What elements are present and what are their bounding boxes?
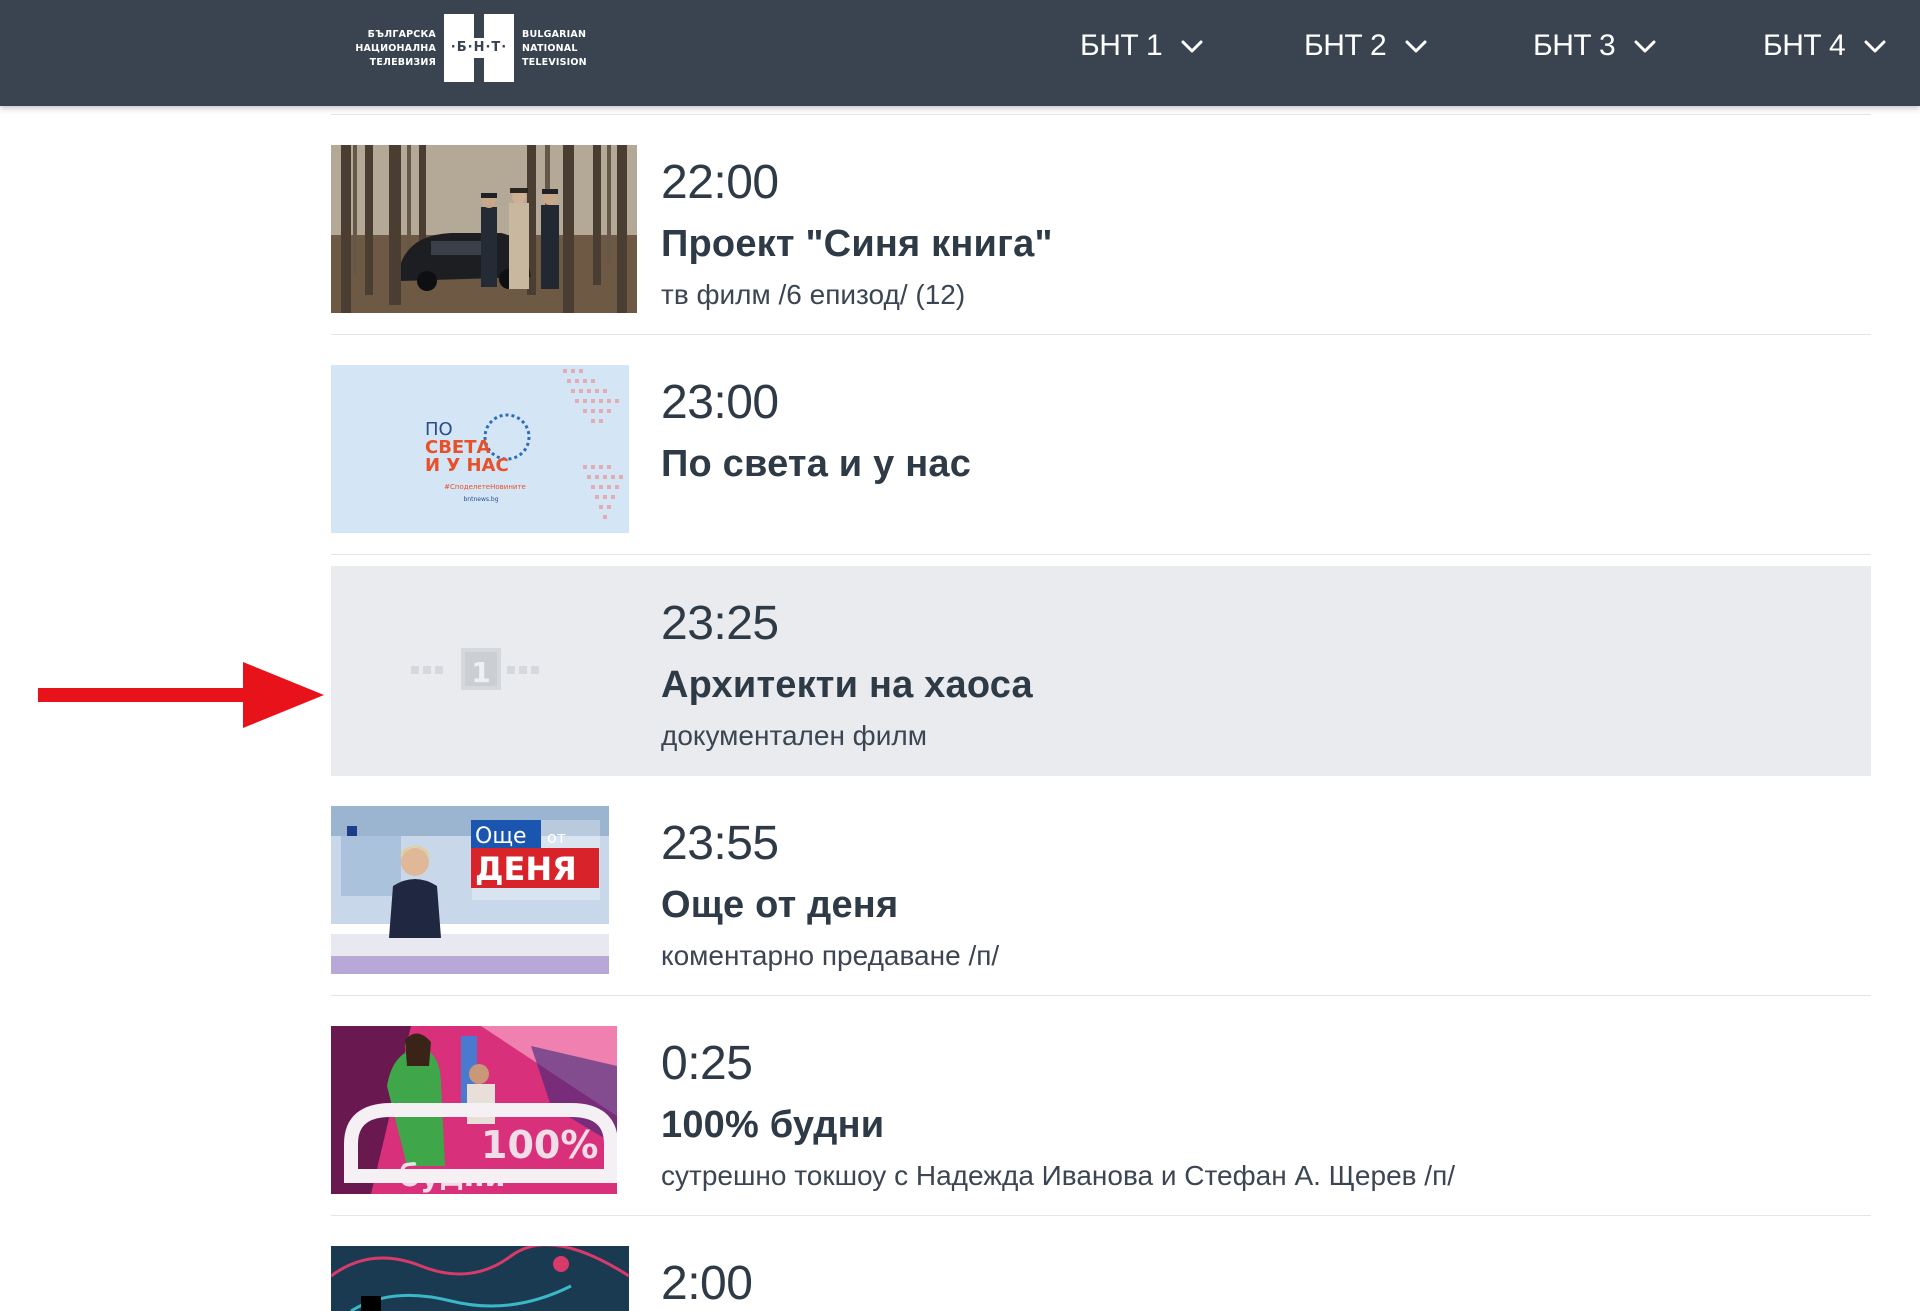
partial-graphic-image [331,1246,629,1311]
schedule-item[interactable]: 22:00 Проект "Синя книга" тв филм /6 епи… [331,115,1871,335]
program-description: тв филм /6 епизод/ (12) [661,279,966,310]
thumb-text: bntnews.bg [463,496,498,503]
news-logo-image: ПО СВЕТА И У НАС #СподелетеНовините bntn… [331,365,629,533]
logo-line: ТЕЛЕВИЗИЯ [369,57,436,68]
program-description: документален филм [661,720,927,751]
program-title[interactable]: Архитекти на хаоса [661,664,1033,706]
thumb-text: И У НАС [425,455,509,476]
program-time: 22:00 [661,156,779,209]
schedule-item-highlighted[interactable]: 1 23:25 Архитекти на хаоса документален … [331,566,1871,776]
chevron-down-icon [1181,40,1203,53]
logo-mark: ·Б·Н·Т· [444,14,514,82]
nav-label: БНТ 4 [1763,29,1846,62]
program-thumbnail[interactable]: 100% будни [331,1026,617,1194]
program-title[interactable]: 100% будни [661,1104,884,1146]
logo-line: НАЦИОНАЛНА [355,43,436,54]
thumb-text: #СподелетеНовините [444,483,526,491]
logo-text-bulgarian: БЪЛГАРСКА НАЦИОНАЛНА ТЕЛЕВИЗИЯ [344,28,436,70]
thumb-text: 1 [471,656,490,689]
nav-bnt3[interactable]: БНТ 3 [1533,0,1657,92]
schedule-item[interactable]: ПО СВЕТА И У НАС #СподелетеНовините bntn… [331,335,1871,555]
schedule-item[interactable]: 100% будни 0:25 100% будни сутрешно токш… [331,996,1871,1216]
logo-stem [474,14,484,38]
logo-line: БЪЛГАРСКА [367,29,436,40]
logo-text-english: BULGARIAN NATIONAL TELEVISION [522,28,602,70]
thumb-text: от [547,828,566,847]
nav-label: БНТ 2 [1304,29,1387,62]
schedule-item[interactable]: Още от ДЕНЯ 23:55 Още от деня коментарно… [331,776,1871,996]
program-time: 23:25 [661,597,779,650]
site-header: БЪЛГАРСКА НАЦИОНАЛНА ТЕЛЕВИЗИЯ ·Б·Н·Т· B… [0,0,1920,106]
forest-scene-image [331,145,637,313]
chevron-down-icon [1864,40,1886,53]
program-description: коментарно предаване /п/ [661,940,1000,971]
program-time: 23:00 [661,376,779,429]
program-title[interactable]: По света и у нас [661,443,971,485]
logo-line: BULGARIAN [522,29,587,40]
chevron-down-icon [1405,40,1427,53]
logo-line: TELEVISION [522,57,587,68]
nav-label: БНТ 1 [1080,29,1163,62]
program-thumbnail[interactable]: 1 [331,566,637,776]
program-thumbnail[interactable] [331,145,637,313]
logo-mark-text: ·Б·Н·Т· [450,40,508,55]
thumb-text: Още [475,824,527,849]
morning-show-image: 100% будни [331,1026,617,1194]
program-title[interactable]: Още от деня [661,884,898,926]
studio-host-image: Още от ДЕНЯ [331,806,609,974]
program-time: 2:00 [661,1257,753,1310]
chevron-down-icon [1634,40,1656,53]
schedule-item[interactable]: 2:00 [331,1216,1871,1311]
program-time: 0:25 [661,1037,753,1090]
nav-bnt4[interactable]: БНТ 4 [1763,0,1887,92]
program-thumbnail[interactable]: ПО СВЕТА И У НАС #СподелетеНовините bntn… [331,365,629,533]
channel-placeholder-icon: 1 [331,566,637,776]
nav-bnt2[interactable]: БНТ 2 [1304,0,1428,92]
program-title[interactable]: Проект "Синя книга" [661,223,1053,265]
program-description: сутрешно токшоу с Надежда Иванова и Стеф… [661,1160,1456,1191]
logo-line: NATIONAL [522,43,578,54]
red-arrow-icon [38,662,324,728]
nav-bnt1[interactable]: БНТ 1 [1080,0,1204,92]
thumb-text: ДЕНЯ [475,850,577,888]
bnt-logo[interactable]: БЪЛГАРСКА НАЦИОНАЛНА ТЕЛЕВИЗИЯ ·Б·Н·Т· B… [344,14,594,86]
program-thumbnail[interactable]: Още от ДЕНЯ [331,806,609,974]
program-time: 23:55 [661,817,779,870]
thumb-text: будни [399,1159,505,1194]
nav-label: БНТ 3 [1533,29,1616,62]
logo-stem [474,58,484,82]
program-thumbnail[interactable] [331,1246,629,1311]
